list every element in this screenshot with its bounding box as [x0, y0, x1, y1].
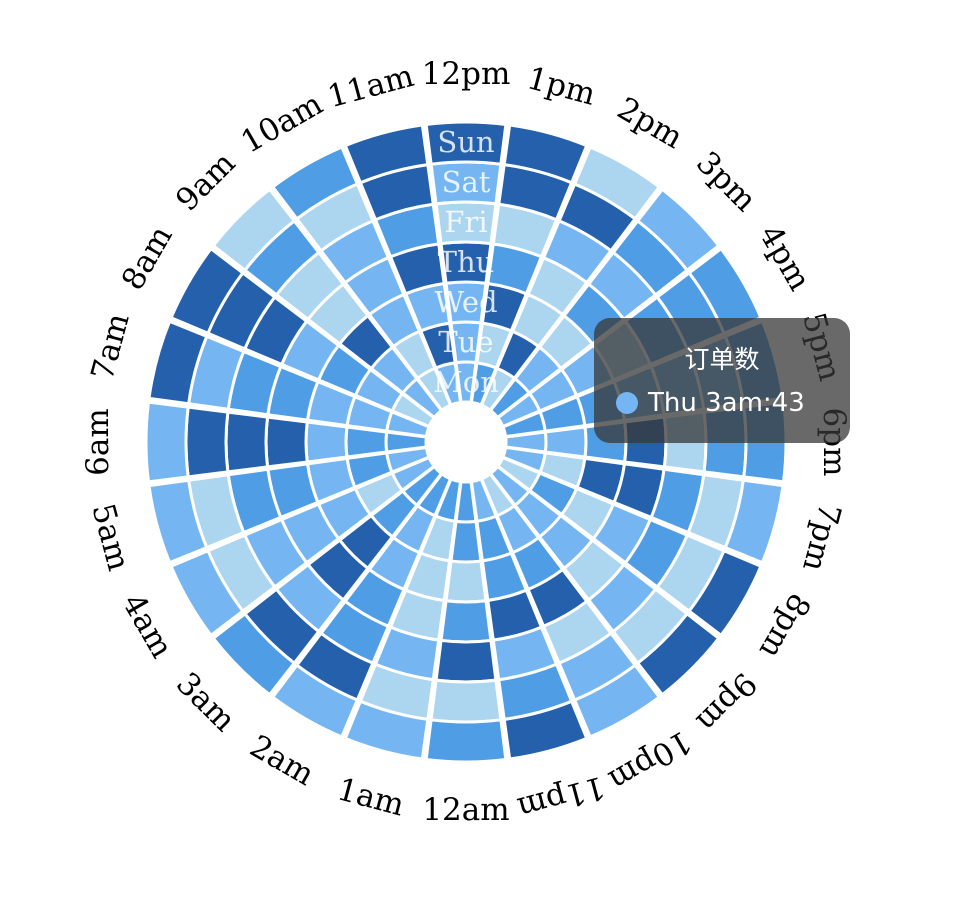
tooltip-row: Thu 3am:43	[616, 388, 805, 418]
heatmap-cell-sun-6am[interactable]	[144, 400, 190, 484]
hour-label-3am: 3am	[169, 666, 242, 739]
heatmap-cell-fri-6am[interactable]	[224, 410, 270, 474]
hour-label-1am: 1am	[333, 771, 408, 823]
hour-label-5am: 5am	[84, 500, 136, 575]
hour-label-4pm: 4pm	[752, 219, 818, 297]
day-label-thu: Thu	[438, 245, 495, 279]
hour-label-7am: 7am	[84, 309, 136, 384]
hour-label-9pm: 9pm	[689, 665, 763, 739]
tooltip-marker-icon	[616, 392, 638, 414]
hour-label-6am: 6am	[80, 408, 116, 476]
hour-label-8pm: 8pm	[752, 587, 818, 665]
hour-label-7pm: 7pm	[795, 499, 848, 575]
hour-label-10am: 10am	[235, 86, 329, 161]
heatmap-cell-sun-12am[interactable]	[424, 718, 508, 764]
day-label-fri: Fri	[444, 205, 487, 239]
hour-label-4am: 4am	[115, 588, 180, 665]
tooltip: 订单数 Thu 3am:43	[594, 318, 850, 443]
heatmap-cell-thu-6am[interactable]	[264, 415, 309, 469]
hour-label-1pm: 1pm	[523, 60, 599, 113]
tooltip-text: Thu 3am:43	[648, 388, 805, 418]
heatmap-cell-fri-12am[interactable]	[434, 638, 498, 684]
hour-label-9am: 9am	[169, 145, 242, 218]
hour-label-12am: 12am	[422, 792, 509, 828]
heatmap-cell-sat-12am[interactable]	[429, 678, 503, 724]
day-label-tue: Tue	[438, 325, 493, 359]
hour-label-2am: 2am	[244, 728, 321, 793]
hour-label-8am: 8am	[115, 220, 180, 297]
day-label-mon: Mon	[433, 365, 499, 399]
hour-label-2pm: 2pm	[611, 90, 689, 156]
day-label-sun: Sun	[437, 125, 494, 159]
hour-label-10pm: 10pm	[603, 723, 698, 799]
heatmap-cell-wed-6am[interactable]	[304, 420, 349, 464]
tooltip-title: 订单数	[684, 345, 760, 374]
day-label-sat: Sat	[442, 165, 491, 199]
polar-heatmap-chart: Mon Tue Wed Thu Fri Sat Sun 12am 1am2am3am4am 5a…	[80, 56, 852, 828]
heatmap-cell-thu-12am[interactable]	[439, 599, 493, 644]
hour-label-12pm: 12pm	[422, 56, 511, 92]
heatmap-cell-wed-12am[interactable]	[444, 559, 488, 604]
hour-label-11am: 11am	[324, 58, 418, 115]
day-labels: Mon Tue Wed Thu Fri Sat Sun	[433, 125, 499, 399]
hour-label-3pm: 3pm	[689, 145, 763, 219]
hour-label-11pm: 11pm	[514, 769, 609, 827]
day-label-wed: Wed	[434, 285, 497, 319]
heatmap-cell-sat-6am[interactable]	[184, 405, 230, 479]
